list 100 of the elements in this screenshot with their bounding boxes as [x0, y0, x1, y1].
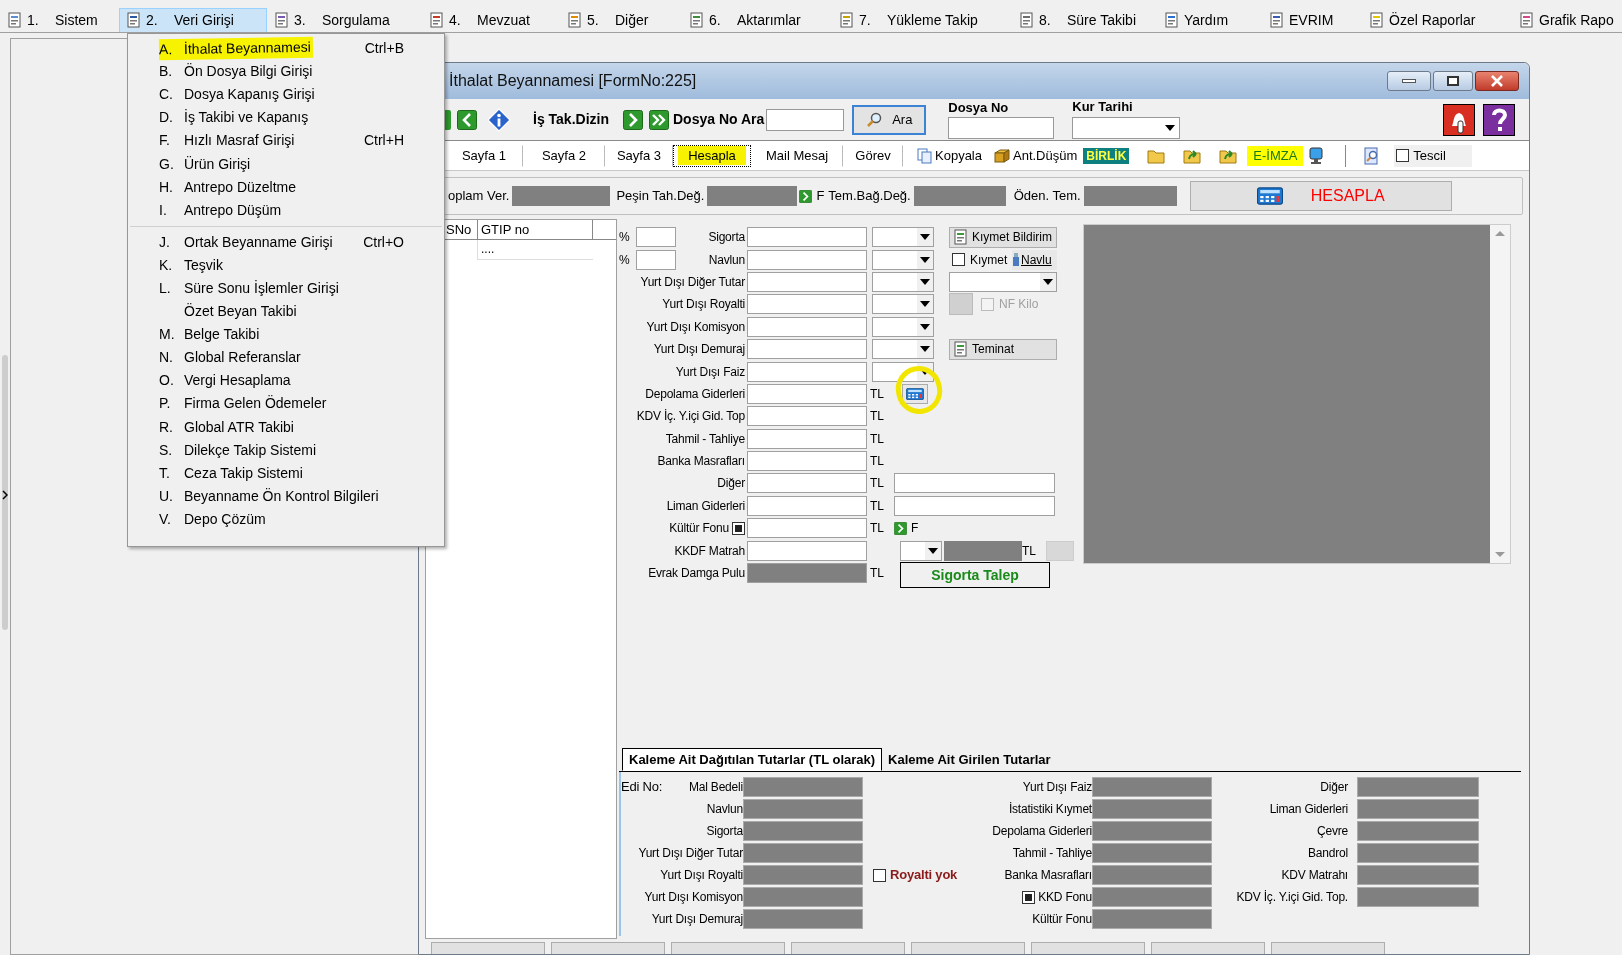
field-label: Banka Masrafları	[657, 453, 745, 471]
field-label: Yurt Dışı Demuraj	[653, 341, 745, 359]
field-label: KDV Matrahı	[1281, 867, 1348, 884]
menu-item[interactable]: I. Antrepo Düşüm	[128, 198, 444, 222]
button[interactable]: Sigorta Talep	[900, 562, 1050, 589]
search-button[interactable]: Ara	[852, 104, 927, 135]
field-label: Liman Giderleri	[1269, 801, 1348, 818]
search-label: Dosya No Ara	[673, 110, 765, 129]
field-label: Tem.Bağ.Değ.	[828, 187, 911, 206]
menu-item[interactable]: G. Ürün Girişi	[128, 152, 444, 176]
menu-item[interactable]: 2. Veri Girişi	[119, 8, 267, 32]
unit-label: TL	[870, 385, 885, 403]
percent-label: %	[619, 251, 630, 269]
field-label: Bandrol	[1308, 845, 1348, 862]
menu-item[interactable]: Yardım	[1157, 8, 1262, 32]
tab[interactable]: Sayfa 2	[523, 144, 605, 167]
menu-item[interactable]: 8. Süre Takibi	[1012, 8, 1157, 32]
marker-label: F	[816, 187, 825, 206]
toolbar-button[interactable]: Ant.Düşüm	[994, 144, 1078, 167]
menu-item[interactable]: P. Firma Gelen Ödemeler	[128, 392, 444, 416]
field-label: KDV İç. Y.içi Gid. Top	[636, 408, 745, 426]
checkbox-label: Tescil	[1413, 146, 1446, 165]
field-label: Evrak Damga Pulu	[648, 565, 745, 583]
copy-button[interactable]: Kopyala	[917, 144, 982, 167]
field-label: Yurt Dışı Komisyon	[644, 889, 743, 906]
link-button[interactable]: Navlu	[1012, 249, 1057, 270]
menu-item[interactable]: 1. Sistem	[0, 8, 119, 32]
menu-item[interactable]: N. Global Referanslar	[128, 346, 444, 370]
menu-item[interactable]: 7. Yükleme Takip	[832, 8, 1012, 32]
menu-item[interactable]: H. Antrepo Düzeltme	[128, 175, 444, 199]
field-label: Yurt Dışı Royalti	[662, 296, 745, 314]
table-cell: ....	[478, 240, 593, 260]
checkbox-label: Kıymet	[970, 251, 1009, 269]
field-label: KKD Fonu	[1038, 889, 1092, 906]
field-label: Çevre	[1317, 823, 1348, 840]
field-label: Sigorta	[706, 823, 743, 840]
menu-item[interactable]: F. Hızlı Masraf Girişi Ctrl+H	[128, 129, 444, 153]
field-label: Dosya No	[948, 101, 1010, 115]
unit-label: TL	[1022, 542, 1037, 560]
tab[interactable]: Hesapla	[673, 144, 751, 167]
menu-item[interactable]: Özel Raporlar	[1362, 8, 1512, 32]
menu-item[interactable]: 5. Diğer	[560, 8, 682, 32]
menu-item[interactable]: R. Global ATR Takibi	[128, 415, 444, 439]
menu-item[interactable]: B. Ön Dosya Bilgi Girişi	[128, 60, 444, 84]
field-label: Yurt Dışı Komisyon	[646, 318, 745, 336]
field-label: Kültür Fonu	[669, 520, 729, 538]
field-label: Liman Giderleri	[666, 497, 745, 515]
field-label: Sigorta	[708, 229, 745, 247]
menu-item[interactable]: 4. Mevzuat	[422, 8, 560, 32]
menu-item[interactable]: M. Belge Takibi	[128, 323, 444, 347]
field-label: Tahmil - Tahliye	[665, 430, 745, 448]
unit-label: TL	[870, 565, 885, 583]
field-label: Edi No:	[621, 778, 663, 797]
menu-item[interactable]: O. Vergi Hesaplama	[128, 369, 444, 393]
column-header[interactable]: GTIP no	[478, 220, 593, 239]
percent-label: %	[619, 229, 630, 247]
field-label: Öden. Tem.	[1013, 187, 1081, 206]
field-label: Navlun	[708, 251, 745, 269]
field-label: KDV İç. Y.içi Gid. Top.	[1236, 889, 1348, 906]
field-label: Yurt Dışı Faiz	[675, 363, 745, 381]
field-label: Navlun	[706, 801, 743, 818]
field-label: oplam Ver.	[448, 187, 510, 206]
menu-item[interactable]: T. Ceza Takip Sistemi	[128, 461, 444, 485]
tab[interactable]: Sayfa 3	[605, 144, 673, 167]
button[interactable]: Kıymet Bildirim	[949, 226, 1057, 248]
tab[interactable]: Görev	[843, 144, 903, 167]
menu-item[interactable]: Grafik Rapo	[1512, 8, 1622, 32]
unit-label: TL	[870, 475, 885, 493]
field-label: Tahmil - Tahliye	[1012, 845, 1092, 862]
field-label: KKDF Matrah	[674, 542, 745, 560]
menu-item[interactable]: L. Süre Sonu İşlemler Girişi	[128, 276, 444, 301]
field-label: Diğer	[717, 475, 745, 493]
menu-item[interactable]: S. Dilekçe Takip Sistemi	[128, 438, 444, 462]
window-title: İthalat Beyannamesi [FormNo:225]	[449, 71, 697, 91]
tab[interactable]: Kaleme Ait Girilen Tutarlar	[882, 748, 1057, 771]
unit-label: TL	[870, 408, 885, 426]
toolbar-button[interactable]: E-İMZA	[1247, 145, 1304, 166]
field-label: Kur Tarihi	[1072, 100, 1134, 114]
field-label: Kültür Fonu	[1032, 911, 1092, 928]
field-label: Depolama Giderleri	[645, 385, 745, 403]
checkbox-label: NF Kilo	[999, 296, 1039, 314]
menu-item[interactable]: U. Beyanname Ön Kontrol Bilgileri	[128, 484, 444, 508]
field-label: Diğer	[1320, 779, 1348, 796]
field-label: Yurt Dışı Demuraj	[651, 911, 743, 928]
menu-item[interactable]: Özet Beyan Takibi	[128, 300, 444, 324]
menu-item[interactable]: EVRIM	[1262, 8, 1362, 32]
tab[interactable]: Kaleme Ait Dağıtılan Tutarlar (TL olarak)	[622, 748, 883, 771]
tab[interactable]: Mail Mesaj	[751, 144, 843, 167]
menu-item[interactable]: K. Teşvik	[128, 253, 444, 277]
menu-item[interactable]: 3. Sorgulama	[267, 8, 422, 32]
unit-label: TL	[870, 497, 885, 515]
directory-label: İş Tak.Dizin	[533, 110, 609, 129]
menu-item[interactable]: D. İş Takibi ve Kapanış	[128, 106, 444, 130]
menu-item[interactable]: C. Dosya Kapanış Girişi	[128, 83, 444, 107]
field-label: Yurt Dışı Diğer Tutar	[638, 845, 743, 862]
field-label: İstatistiki Kıymet	[1008, 801, 1092, 818]
menu-item[interactable]: V. Depo Çözüm	[128, 507, 444, 531]
button[interactable]: Teminat	[949, 338, 1057, 360]
menu-item[interactable]: 6. Aktarımlar	[682, 8, 832, 32]
badge: BİRLİK	[1083, 147, 1130, 164]
